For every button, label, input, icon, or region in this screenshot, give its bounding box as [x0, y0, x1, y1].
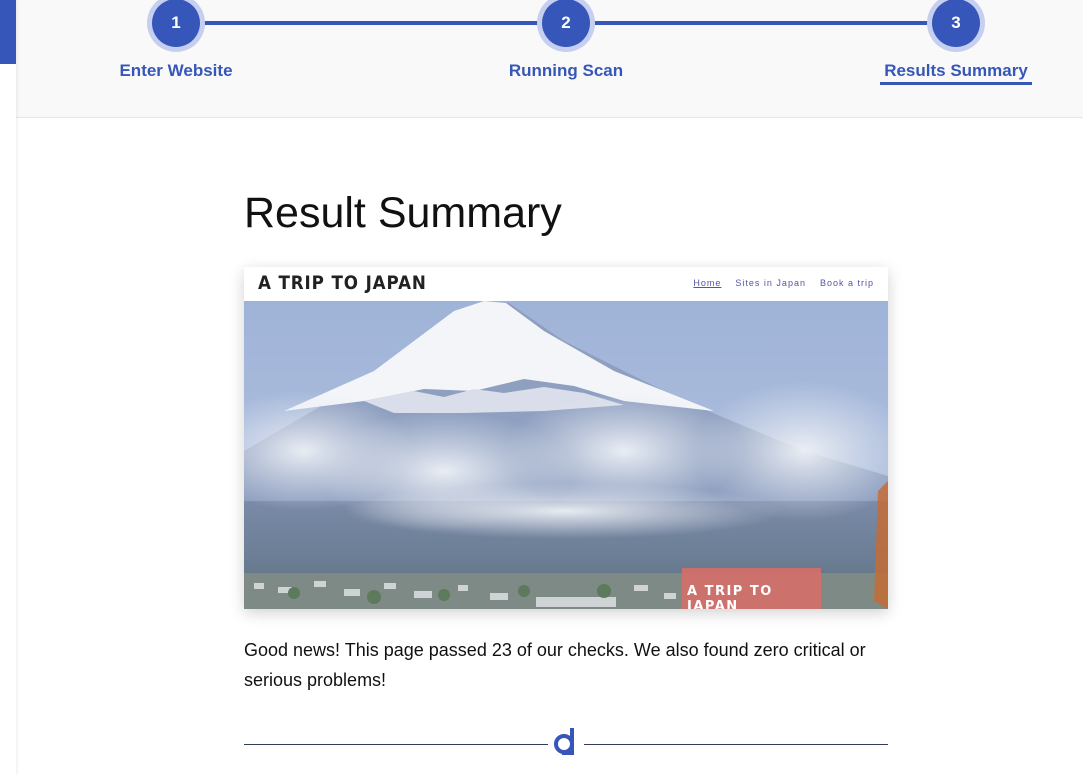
step-2-circle[interactable]: 2	[537, 0, 595, 52]
divider-line-left	[244, 744, 548, 745]
divider-line-right	[584, 744, 888, 745]
preview-header: A TRIP TO JAPAN Home Sites in Japan Book…	[244, 267, 888, 301]
left-rail-accent	[0, 0, 16, 64]
preview-nav-home: Home	[693, 278, 722, 288]
page-title: Result Summary	[244, 189, 562, 237]
result-summary-text: Good news! This page passed 23 of our ch…	[244, 640, 866, 690]
step-1-number: 1	[152, 0, 200, 47]
step-connector-1-2	[203, 21, 567, 25]
step-3-label[interactable]: Results Summary	[880, 61, 1032, 85]
section-divider	[244, 724, 888, 755]
preview-hero-badge-text: A TRIP TO JAPAN	[687, 584, 773, 609]
preview-nav: Home Sites in Japan Book a trip	[693, 278, 874, 288]
brand-logo-icon	[554, 728, 574, 755]
mount-fuji-image	[244, 301, 888, 609]
step-3-number: 3	[932, 0, 980, 47]
preview-hero-image	[244, 301, 888, 609]
site-preview-screenshot: A TRIP TO JAPAN Home Sites in Japan Book…	[244, 267, 888, 609]
progress-stepper: 1 Enter Website 2 Running Scan 3 Results…	[16, 0, 1083, 118]
step-1-circle[interactable]: 1	[147, 0, 205, 52]
preview-site-logo: A TRIP TO JAPAN	[258, 272, 427, 294]
step-3-circle[interactable]: 3	[927, 0, 985, 52]
left-rail	[0, 0, 16, 775]
step-2-number: 2	[542, 0, 590, 47]
step-1-label[interactable]: Enter Website	[96, 61, 256, 81]
step-2-label[interactable]: Running Scan	[486, 61, 646, 81]
page: 1 Enter Website 2 Running Scan 3 Results…	[0, 0, 1083, 775]
preview-hero-badge: A TRIP TO JAPAN	[682, 568, 821, 609]
preview-nav-sites: Sites in Japan	[735, 278, 806, 288]
preview-nav-book: Book a trip	[819, 278, 874, 288]
step-connector-2-3	[593, 21, 957, 25]
